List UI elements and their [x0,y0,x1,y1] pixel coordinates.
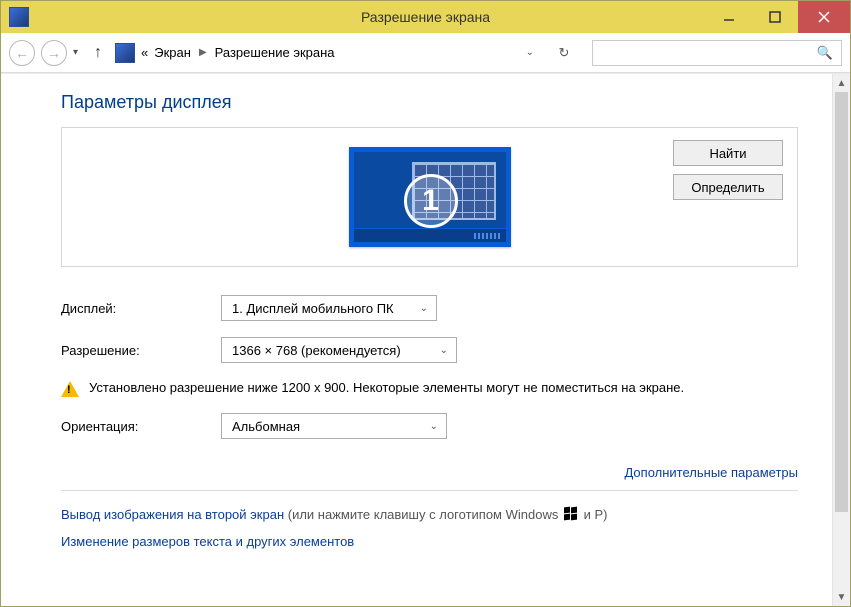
title-bar: Разрешение экрана [1,1,850,33]
search-icon: 🔍 [817,45,833,61]
scroll-up-button[interactable]: ▲ [833,74,851,92]
up-button[interactable]: ↑ [88,44,108,62]
row-display: Дисплей: 1. Дисплей мобильного ПК ⌄ [61,295,798,321]
window-controls [706,1,850,33]
project-hint-a: (или нажмите клавишу с логотипом Windows [284,507,562,522]
project-line: Вывод изображения на второй экран (или н… [61,505,798,522]
text-size-link[interactable]: Изменение размеров текста и других элеме… [61,534,354,549]
monitor-preview[interactable]: 1 [349,147,511,247]
find-button[interactable]: Найти [673,140,783,166]
resolution-select[interactable]: 1366 × 768 (рекомендуется) ⌄ [221,337,457,363]
minimize-button[interactable] [706,1,752,33]
arrow-left-icon: ← [15,45,29,61]
windows-logo-icon [564,507,578,521]
vertical-scrollbar[interactable]: ▲ ▼ [832,74,850,606]
close-icon [818,11,830,23]
resolution-warning: Установлено разрешение ниже 1200 x 900. … [61,379,798,397]
location-icon [115,43,135,63]
scroll-down-button[interactable]: ▼ [833,588,851,606]
refresh-button[interactable]: ↻ [550,40,578,66]
warning-text: Установлено разрешение ниже 1200 x 900. … [89,379,684,397]
arrow-up-icon: ↑ [94,44,102,61]
footer-links: Вывод изображения на второй экран (или н… [61,505,798,549]
address-dropdown[interactable]: ⌄ [516,47,544,58]
label-orientation: Ориентация: [61,419,221,434]
breadcrumb-seg-2[interactable]: Разрешение экрана [213,45,337,60]
content: Параметры дисплея 1 Найти Определить Дис… [1,74,832,606]
window-frame: Разрешение экрана ← → ▾ ↑ « Экран [0,0,851,607]
chevron-down-icon: ⌄ [420,303,428,314]
scroll-thumb[interactable] [835,92,848,512]
identify-button[interactable]: Определить [673,174,783,200]
minimize-icon [723,11,735,23]
content-area: Параметры дисплея 1 Найти Определить Дис… [1,73,850,606]
advanced-link-row: Дополнительные параметры [61,465,798,480]
breadcrumb[interactable]: « Экран ▶ Разрешение экрана [114,40,340,66]
warning-icon [61,381,79,397]
maximize-icon [769,11,781,23]
project-link[interactable]: Вывод изображения на второй экран [61,507,284,522]
advanced-settings-link[interactable]: Дополнительные параметры [624,465,798,480]
chevron-right-icon: ▶ [195,47,211,58]
navigation-bar: ← → ▾ ↑ « Экран ▶ Разрешение экрана ⌄ ↻ … [1,33,850,73]
display-preview-box: 1 Найти Определить [61,127,798,267]
maximize-button[interactable] [752,1,798,33]
row-resolution: Разрешение: 1366 × 768 (рекомендуется) ⌄ [61,337,798,363]
arrow-right-icon: → [47,45,61,61]
chevron-down-icon: ⌄ [440,345,448,356]
display-select[interactable]: 1. Дисплей мобильного ПК ⌄ [221,295,437,321]
back-button[interactable]: ← [9,40,35,66]
project-hint-b: и P) [580,507,608,522]
app-icon [9,7,29,27]
page-title: Параметры дисплея [61,92,798,113]
orientation-select-value: Альбомная [232,419,300,434]
label-resolution: Разрешение: [61,343,221,358]
breadcrumb-seg-1[interactable]: Экран [152,45,193,60]
scroll-track[interactable] [833,92,850,588]
history-dropdown[interactable]: ▾ [73,47,78,58]
divider [61,490,798,491]
refresh-icon: ↻ [559,45,570,61]
monitor-number-badge: 1 [404,174,458,228]
chevron-down-icon: ⌄ [430,421,438,432]
resolution-select-value: 1366 × 768 (рекомендуется) [232,343,401,358]
preview-side-buttons: Найти Определить [673,140,783,200]
search-input[interactable]: 🔍 [592,40,842,66]
orientation-select[interactable]: Альбомная ⌄ [221,413,447,439]
close-button[interactable] [798,1,850,33]
label-display: Дисплей: [61,301,221,316]
forward-button[interactable]: → [41,40,67,66]
monitor-taskbar-icon [354,228,506,242]
row-orientation: Ориентация: Альбомная ⌄ [61,413,798,439]
textsize-line: Изменение размеров текста и других элеме… [61,534,798,549]
breadcrumb-prefix: « [139,45,150,60]
display-select-value: 1. Дисплей мобильного ПК [232,301,394,316]
